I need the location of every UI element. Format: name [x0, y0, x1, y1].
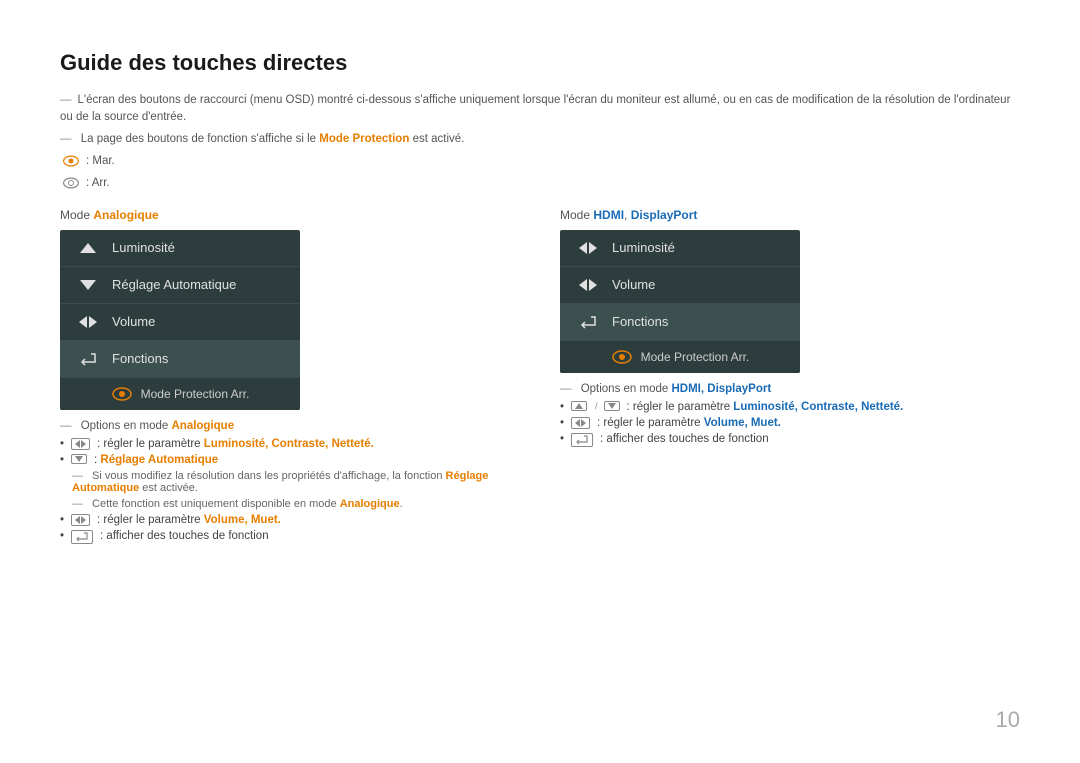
- right-mode-value2: DisplayPort: [631, 208, 698, 222]
- osd-footer: Mode Protection Arr.: [60, 378, 300, 410]
- right-option-1: / : régler le paramètre Luminosité, Cont…: [560, 401, 1020, 413]
- right-inline-icon-lr: [571, 417, 590, 429]
- arrow-up-icon: [76, 239, 100, 257]
- right-osd-label-fonctions: Fonctions: [612, 314, 668, 329]
- osd-item-reglage: Réglage Automatique: [60, 267, 300, 304]
- left-option-4: : afficher des touches de fonction: [60, 530, 520, 544]
- right-inline-icon-enter: [571, 433, 593, 447]
- right-option-2: : régler le paramètre Volume, Muet.: [560, 417, 1020, 429]
- left-options-list-2: : régler le paramètre Volume, Muet. : af…: [60, 514, 520, 544]
- intro-line2: La page des boutons de fonction s'affich…: [60, 131, 1020, 148]
- osd-item-luminosite: Luminosité: [60, 230, 300, 267]
- left-options-header-link: Analogique: [171, 420, 234, 432]
- page-title: Guide des touches directes: [60, 50, 1020, 76]
- right-inline-icon-down: [604, 401, 620, 411]
- left-sub-note-2: Cette fonction est uniquement disponible…: [72, 498, 520, 510]
- right-eye-icon: [611, 349, 633, 365]
- right-arrow-enter-icon: [576, 313, 600, 331]
- arrow-lr-icon: [76, 313, 100, 331]
- right-arrow-lr-icon-1: [576, 239, 600, 257]
- right-osd-item-volume: Volume: [560, 267, 800, 304]
- badge-arr-label: : Arr.: [86, 177, 110, 189]
- right-mode-label: Mode HDMI, DisplayPort: [560, 208, 1020, 222]
- right-osd-item-fonctions: Fonctions: [560, 304, 800, 341]
- arrow-enter-icon: [76, 350, 100, 368]
- right-mode-value1: HDMI: [593, 208, 624, 222]
- columns-container: Mode Analogique Luminosité Réglage Autom…: [60, 194, 1020, 548]
- left-option-3: : régler le paramètre Volume, Muet.: [60, 514, 520, 526]
- right-inline-icon-lr-up: [571, 401, 587, 411]
- eye-icon: [111, 386, 133, 402]
- right-options-section: Options en mode HDMI, DisplayPort / : ré…: [560, 383, 1020, 447]
- right-osd-item-luminosite: Luminosité: [560, 230, 800, 267]
- right-arrow-lr-icon-2: [576, 276, 600, 294]
- badge-arr-row: : Arr.: [60, 174, 1020, 192]
- right-option-3: : afficher des touches de fonction: [560, 433, 1020, 447]
- badge-mar-icon: [60, 152, 82, 170]
- right-options-header: Options en mode HDMI, DisplayPort: [560, 383, 1020, 395]
- osd-footer-label: Mode Protection Arr.: [141, 387, 250, 401]
- mode-protection-link: Mode Protection: [319, 133, 409, 145]
- badge-arr-icon: [60, 174, 82, 192]
- left-options-list: : régler le paramètre Luminosité, Contra…: [60, 438, 520, 466]
- left-mode-label: Mode Analogique: [60, 208, 520, 222]
- left-options-header: Options en mode Analogique: [60, 420, 520, 432]
- right-column: Mode HDMI, DisplayPort Luminosité Volume: [560, 194, 1020, 548]
- right-osd-label-volume: Volume: [612, 277, 655, 292]
- osd-label-luminosite: Luminosité: [112, 240, 175, 255]
- left-option-2: : Réglage Automatique: [60, 454, 520, 466]
- intro-line1: L'écran des boutons de raccourci (menu O…: [60, 92, 1020, 127]
- osd-item-volume: Volume: [60, 304, 300, 341]
- right-osd-footer-label: Mode Protection Arr.: [641, 350, 750, 364]
- osd-label-volume: Volume: [112, 314, 155, 329]
- left-options-section: Options en mode Analogique : régler le p…: [60, 420, 520, 544]
- left-column: Mode Analogique Luminosité Réglage Autom…: [60, 194, 520, 548]
- page-number: 10: [996, 707, 1020, 733]
- osd-label-reglage: Réglage Automatique: [112, 277, 236, 292]
- left-option-1: : régler le paramètre Luminosité, Contra…: [60, 438, 520, 450]
- badge-mar-label: : Mar.: [86, 155, 115, 167]
- right-osd-label-luminosite: Luminosité: [612, 240, 675, 255]
- right-osd-footer: Mode Protection Arr.: [560, 341, 800, 373]
- arrow-down-icon: [76, 276, 100, 294]
- inline-icon-lr-2: [71, 514, 90, 526]
- right-osd-menu: Luminosité Volume Fonctions: [560, 230, 800, 373]
- left-osd-menu: Luminosité Réglage Automatique Volume: [60, 230, 300, 410]
- right-options-list: / : régler le paramètre Luminosité, Cont…: [560, 401, 1020, 447]
- left-mode-value: Analogique: [93, 208, 158, 222]
- osd-item-fonctions: Fonctions: [60, 341, 300, 378]
- badge-mar-row: : Mar.: [60, 152, 1020, 170]
- inline-icon-down-1: [71, 454, 87, 464]
- inline-icon-enter-1: [71, 530, 93, 544]
- osd-label-fonctions: Fonctions: [112, 351, 168, 366]
- inline-icon-lr-1: [71, 438, 90, 450]
- left-sub-note-1: Si vous modifiez la résolution dans les …: [72, 470, 520, 494]
